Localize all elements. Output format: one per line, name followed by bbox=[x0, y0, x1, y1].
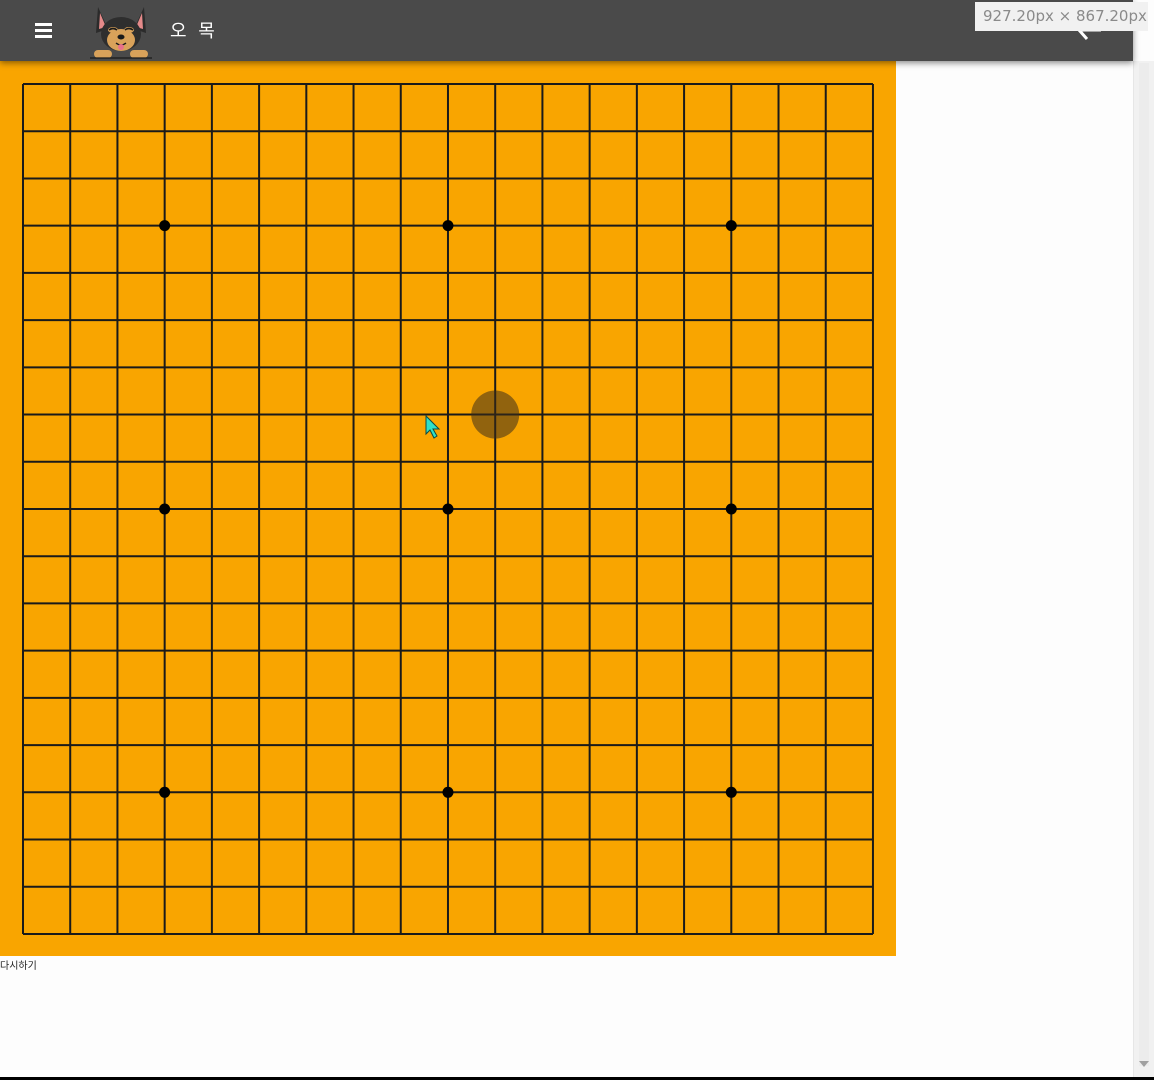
hover-stone-preview[interactable] bbox=[471, 390, 520, 439]
star-point bbox=[159, 786, 171, 798]
vertical-scrollbar[interactable] bbox=[1133, 61, 1154, 1078]
mouse-cursor-icon bbox=[425, 414, 441, 439]
star-point bbox=[159, 503, 171, 515]
hamburger-menu-icon[interactable] bbox=[30, 18, 56, 44]
page-title: 오 목 bbox=[170, 21, 218, 42]
board-grid[interactable] bbox=[0, 61, 896, 956]
star-point bbox=[725, 220, 737, 232]
puppy-logo-icon bbox=[90, 7, 152, 59]
app-bar: 오 목 bbox=[0, 0, 1133, 61]
star-point bbox=[442, 220, 454, 232]
star-point bbox=[725, 786, 737, 798]
star-point bbox=[725, 503, 737, 515]
scroll-down-arrow-icon[interactable] bbox=[1139, 1061, 1149, 1067]
star-point bbox=[442, 503, 454, 515]
star-point bbox=[442, 786, 454, 798]
devtools-dimensions-label: 927.20px × 867.20px bbox=[975, 2, 1148, 31]
star-point bbox=[159, 220, 171, 232]
game-board[interactable] bbox=[0, 61, 896, 956]
restart-button[interactable]: 다시하기 bbox=[0, 957, 37, 972]
scrollbar-thumb[interactable] bbox=[1139, 63, 1149, 1066]
